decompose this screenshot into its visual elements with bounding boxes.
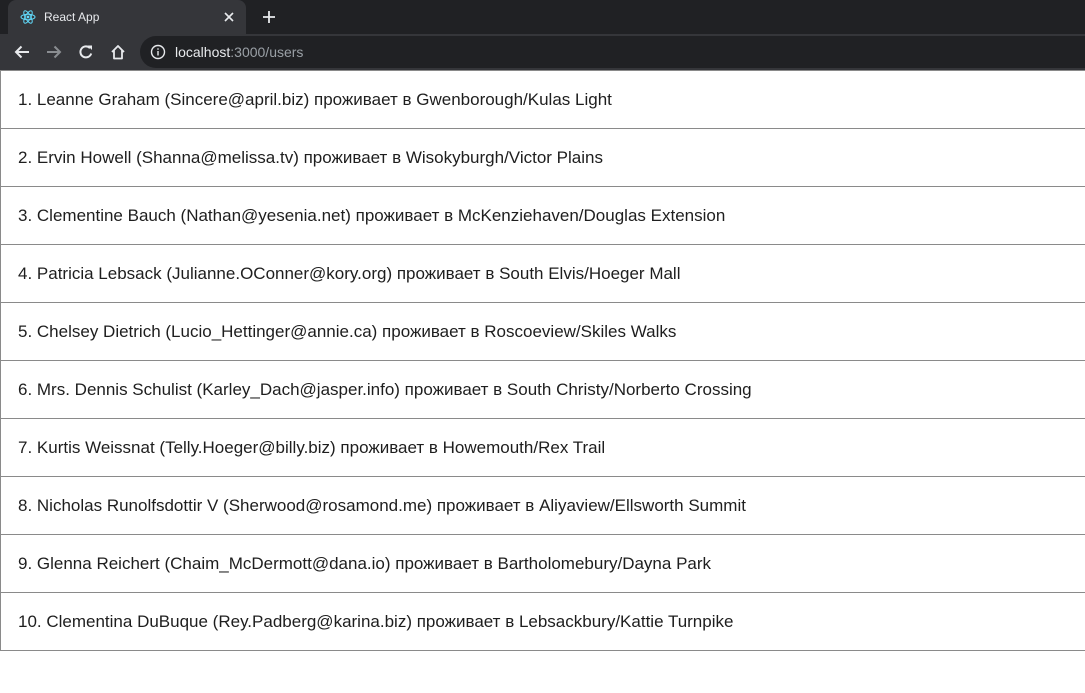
list-item: 2. Ervin Howell (Shanna@melissa.tv) прож… bbox=[0, 129, 1085, 187]
info-icon[interactable] bbox=[150, 44, 166, 60]
reload-icon[interactable] bbox=[70, 36, 102, 68]
tab-strip: React App bbox=[0, 0, 1085, 34]
url-path: :3000/users bbox=[230, 44, 304, 60]
list-item: 6. Mrs. Dennis Schulist (Karley_Dach@jas… bbox=[0, 361, 1085, 419]
list-item: 1. Leanne Graham (Sincere@april.biz) про… bbox=[0, 70, 1085, 129]
address-bar[interactable]: localhost:3000/users bbox=[140, 36, 1085, 68]
react-logo-icon bbox=[20, 9, 36, 25]
list-item: 5. Chelsey Dietrich (Lucio_Hettinger@ann… bbox=[0, 303, 1085, 361]
close-icon[interactable] bbox=[220, 8, 238, 26]
list-item: 3. Clementine Bauch (Nathan@yesenia.net)… bbox=[0, 187, 1085, 245]
list-item: 4. Patricia Lebsack (Julianne.OConner@ko… bbox=[0, 245, 1085, 303]
home-icon[interactable] bbox=[102, 36, 134, 68]
forward-arrow-icon[interactable] bbox=[38, 36, 70, 68]
browser-tab[interactable]: React App bbox=[8, 0, 246, 34]
list-item: 9. Glenna Reichert (Chaim_McDermott@dana… bbox=[0, 535, 1085, 593]
back-arrow-icon[interactable] bbox=[6, 36, 38, 68]
user-list: 1. Leanne Graham (Sincere@april.biz) про… bbox=[0, 70, 1085, 651]
page-content: 1. Leanne Graham (Sincere@april.biz) про… bbox=[0, 70, 1085, 651]
url-text: localhost:3000/users bbox=[175, 44, 303, 60]
browser-toolbar: localhost:3000/users bbox=[0, 34, 1085, 70]
list-item: 8. Nicholas Runolfsdottir V (Sherwood@ro… bbox=[0, 477, 1085, 535]
url-host: localhost bbox=[175, 44, 231, 60]
tab-title: React App bbox=[44, 10, 100, 24]
list-item: 7. Kurtis Weissnat (Telly.Hoeger@billy.b… bbox=[0, 419, 1085, 477]
list-item: 10. Clementina DuBuque (Rey.Padberg@kari… bbox=[0, 593, 1085, 651]
new-tab-plus-icon[interactable] bbox=[257, 7, 281, 27]
